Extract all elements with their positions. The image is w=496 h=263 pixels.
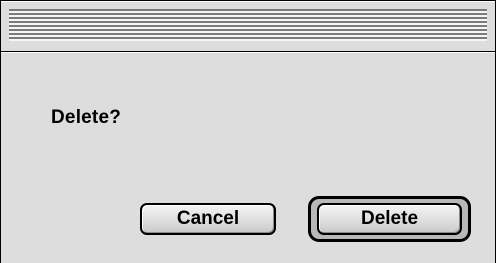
- delete-confirm-dialog: Delete? Cancel Delete: [0, 0, 496, 263]
- dialog-content: Delete? Cancel Delete: [1, 52, 495, 263]
- cancel-button[interactable]: Cancel: [140, 203, 276, 235]
- delete-button[interactable]: Delete: [317, 203, 462, 235]
- titlebar-highlight: [1, 1, 495, 2]
- window-titlebar[interactable]: [1, 1, 495, 52]
- titlebar-stripes: [9, 9, 487, 41]
- dialog-message: Delete?: [51, 107, 122, 128]
